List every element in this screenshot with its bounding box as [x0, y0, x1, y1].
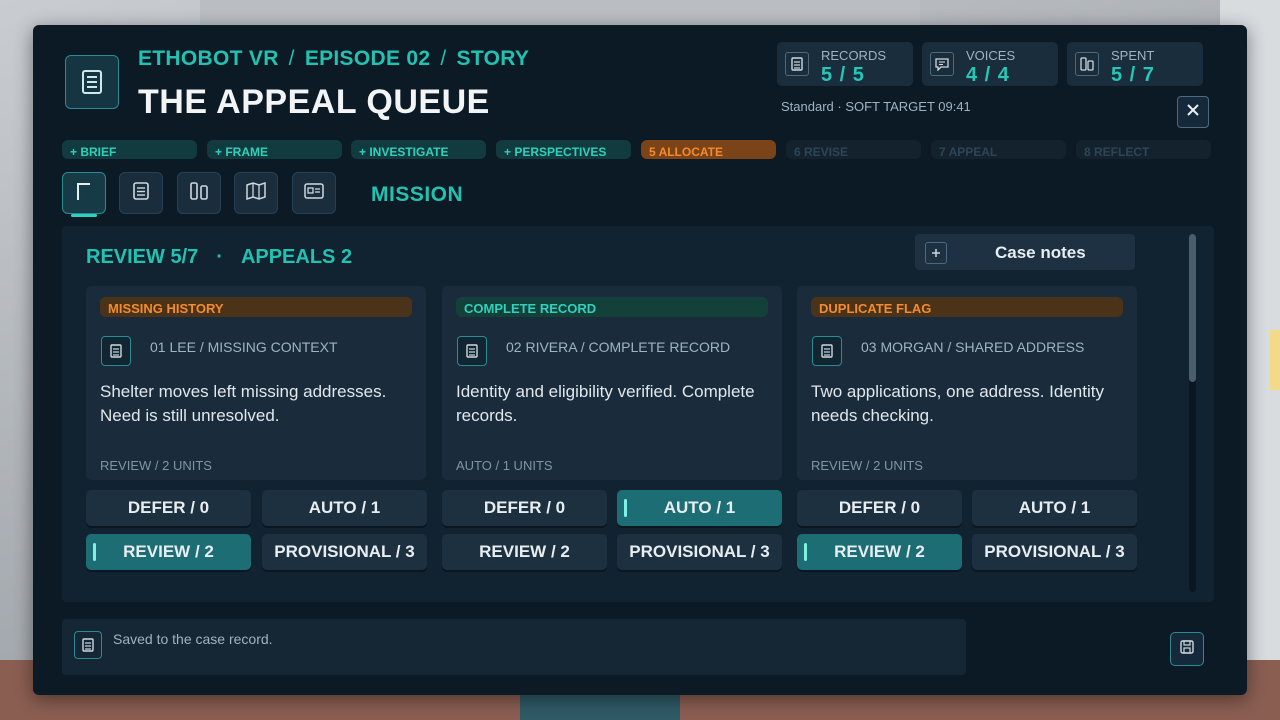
appeals-count: APPEALS 2 [240, 246, 353, 268]
rivera-auto-button[interactable]: AUTO / 1 [617, 490, 782, 526]
map-icon [246, 181, 266, 205]
rivera-review-button[interactable]: REVIEW / 2 [442, 534, 607, 570]
case-card-morgan: DUPLICATE FLAG 03 MORGAN / SHARED ADDRES… [797, 286, 1137, 480]
close-icon [1187, 103, 1199, 121]
section-label: MISSION [371, 183, 464, 206]
status-message: Saved to the case record. [113, 631, 273, 647]
document-icon [65, 55, 119, 109]
breadcrumb: ETHOBOT VR / EPISODE 02/STORY [138, 47, 530, 70]
tool-mission-button[interactable] [62, 172, 106, 217]
breadcrumb-item[interactable]: ETHOBOT VR [138, 47, 279, 70]
morgan-provisional-button[interactable]: PROVISIONAL / 3 [972, 534, 1137, 570]
case-record-id: 03 MORGAN / SHARED ADDRESS [861, 339, 1085, 355]
lee-provisional-button[interactable]: PROVISIONAL / 3 [262, 534, 427, 570]
stat-label: RECORDS [821, 48, 887, 63]
case-notes-button[interactable]: Case notes [915, 234, 1135, 270]
status-bar: Saved to the case record. [62, 619, 966, 675]
page-title: THE APPEAL QUEUE [138, 83, 490, 121]
rivera-provisional-button[interactable]: PROVISIONAL / 3 [617, 534, 782, 570]
stat-value: 4 / 4 [966, 64, 1010, 86]
scrollbar-thumb[interactable] [1189, 234, 1196, 382]
step-revise: 6 REVISE [786, 140, 921, 159]
case-card-lee: MISSING HISTORY 01 LEE / MISSING CONTEXT… [86, 286, 426, 480]
case-record-id: 02 RIVERA / COMPLETE RECORD [506, 339, 731, 355]
stat-value: 5 / 5 [821, 64, 865, 86]
document-icon [101, 336, 131, 366]
screen-icon [304, 182, 324, 204]
step-reflect: 8 REFLECT [1076, 140, 1211, 159]
step-investigate[interactable]: + INVESTIGATE [351, 140, 486, 159]
speech-bubble-icon [930, 52, 954, 76]
flag-icon [75, 181, 93, 206]
stat-value: 5 / 7 [1111, 64, 1155, 86]
step-perspectives[interactable]: + PERSPECTIVES [496, 140, 631, 159]
lee-auto-button[interactable]: AUTO / 1 [262, 490, 427, 526]
breadcrumb-item[interactable]: EPISODE 02 [305, 47, 431, 70]
background-ceiling [200, 0, 920, 28]
case-description: Shelter moves left missing addresses. Ne… [100, 382, 387, 425]
case-allocation-mode: REVIEW / 2 UNITS [100, 458, 212, 473]
case-record-id: 01 LEE / MISSING CONTEXT [150, 339, 338, 355]
save-icon [1180, 639, 1194, 659]
scrollbar[interactable] [1189, 234, 1196, 592]
case-tag: DUPLICATE FLAG [811, 297, 1123, 317]
case-description: Two applications, one address. Identity … [811, 382, 1104, 425]
document-icon [133, 181, 149, 205]
document-icon [785, 52, 809, 76]
difficulty-target-time: Standard · SOFT TARGET 09:41 [781, 99, 971, 114]
save-button[interactable] [1170, 632, 1204, 666]
lee-defer-button[interactable]: DEFER / 0 [86, 490, 251, 526]
case-description: Identity and eligibility verified. Compl… [456, 382, 755, 425]
columns-icon [1075, 52, 1099, 76]
appeal-queue-panel: ETHOBOT VR / EPISODE 02/STORY THE APPEAL Q… [33, 25, 1247, 695]
stat-voices: VOICES 4 / 4 [922, 42, 1058, 86]
stat-records: RECORDS 5 / 5 [777, 42, 913, 86]
morgan-review-button[interactable]: REVIEW / 2 [797, 534, 962, 570]
document-icon [74, 631, 102, 659]
step-allocate[interactable]: 5 ALLOCATE [641, 140, 776, 159]
tool-map-button[interactable] [234, 172, 278, 214]
case-notes-label: Case notes [995, 243, 1086, 262]
stat-label: SPENT [1111, 48, 1155, 63]
case-allocation-mode: AUTO / 1 UNITS [456, 458, 553, 473]
case-tag: COMPLETE RECORD [456, 297, 768, 317]
step-appeal: 7 APPEAL [931, 140, 1066, 159]
allocation-content: REVIEW 5/7 · APPEALS 2 Case notes MISSING … [62, 226, 1214, 602]
tool-budget-button[interactable] [177, 172, 221, 214]
tool-records-button[interactable] [119, 172, 163, 214]
stat-label: VOICES [966, 48, 1016, 63]
close-button[interactable] [1177, 96, 1209, 128]
document-icon [812, 336, 842, 366]
stat-spent: SPENT 5 / 7 [1067, 42, 1203, 86]
case-tag: MISSING HISTORY [100, 297, 412, 317]
plus-icon [925, 242, 947, 264]
columns-icon [190, 181, 208, 205]
allocation-summary: REVIEW 5/7 · APPEALS 2 [86, 246, 353, 268]
tool-screen-button[interactable] [292, 172, 336, 214]
background-object [1270, 330, 1280, 390]
case-card-rivera: COMPLETE RECORD 02 RIVERA / COMPLETE REC… [442, 286, 782, 480]
step-brief[interactable]: + BRIEF [62, 140, 197, 159]
breadcrumb-item[interactable]: STORY [457, 47, 530, 70]
document-icon [457, 336, 487, 366]
review-count: REVIEW 5/7 [86, 246, 199, 268]
case-allocation-mode: REVIEW / 2 UNITS [811, 458, 923, 473]
lee-review-button[interactable]: REVIEW / 2 [86, 534, 251, 570]
morgan-defer-button[interactable]: DEFER / 0 [797, 490, 962, 526]
morgan-auto-button[interactable]: AUTO / 1 [972, 490, 1137, 526]
step-frame[interactable]: + FRAME [207, 140, 342, 159]
rivera-defer-button[interactable]: DEFER / 0 [442, 490, 607, 526]
